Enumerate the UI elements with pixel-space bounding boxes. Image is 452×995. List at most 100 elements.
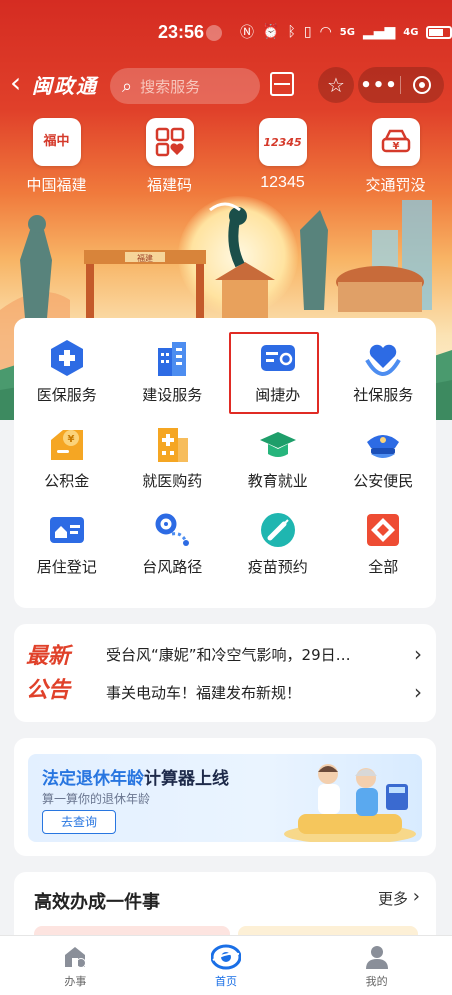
service-housing-fund[interactable]: ¥ 公积金	[14, 416, 120, 502]
service-residence-registration[interactable]: 居住登记	[14, 502, 120, 588]
retirement-banner-card: 法定退休年龄计算器上线 算一算你的退休年龄 去查询	[14, 738, 436, 856]
user-icon	[365, 946, 388, 969]
quick-icon-text: 福中	[43, 134, 70, 149]
vibrate-icon: ▯	[303, 24, 312, 40]
nfc-icon: Ⓝ	[240, 25, 254, 41]
bluetooth-icon: ᛒ	[287, 24, 296, 40]
banner-title: 法定退休年龄计算器上线	[42, 764, 229, 789]
service-label: 公安便民	[353, 472, 414, 490]
status-time: 23:56	[158, 22, 205, 42]
chevron-right-icon: ›	[414, 680, 422, 704]
fujian-seal-icon: 福中	[32, 118, 81, 166]
building-icon	[150, 338, 194, 378]
announcement-tag-line1: 最新	[26, 644, 71, 669]
quick-link-china-fujian[interactable]: 福中 中国福建	[0, 118, 113, 195]
qr-code-heart-icon	[145, 118, 194, 166]
bottom-tab-bar: 办事 首页 我的	[0, 935, 452, 995]
announcement-tag: 最新 公告	[26, 640, 86, 708]
yen-sign: ¥	[392, 141, 399, 152]
vaccine-icon	[256, 510, 300, 550]
top-nav: ‹ 闽政通 ⌕ 搜索服务 ☆ •••	[0, 64, 452, 106]
service-label: 台风路径	[142, 558, 203, 576]
service-label: 居住登记	[36, 558, 97, 576]
service-education-employment[interactable]: 教育就业	[225, 416, 331, 502]
svg-text:¥: ¥	[67, 434, 74, 445]
service-label: 疫苗预约	[247, 558, 308, 576]
service-vaccine-appointment[interactable]: 疫苗预约	[225, 502, 331, 588]
hotline-12345-icon: 12345	[258, 118, 307, 166]
retirement-banner[interactable]: 法定退休年龄计算器上线 算一算你的退休年龄 去查询	[28, 754, 422, 842]
service-public-security[interactable]: 公安便民	[331, 416, 437, 502]
announcement-card: 最新 公告 受台风“康妮”和冷空气影响，29日… › 事关电动车！福建发布新规！…	[14, 624, 436, 722]
service-all[interactable]: 全部	[331, 502, 437, 588]
service-label: 公积金	[44, 472, 90, 490]
service-typhoon-path[interactable]: 台风路径	[120, 502, 226, 588]
tab-label: 我的	[365, 975, 388, 988]
announcement-text: 事关电动车！福建发布新规！	[106, 684, 302, 702]
search-icon: ⌕	[122, 75, 133, 97]
service-label: 医保服务	[36, 386, 97, 404]
service-construction[interactable]: 建设服务	[120, 330, 226, 416]
service-grid-card: 医保服务 建设服务 闽捷办 社保服务 ¥ 公积金 就医购药 教育就业 公安便民 …	[14, 318, 436, 608]
housing-fund-icon: ¥	[45, 424, 89, 464]
service-hall-icon	[65, 947, 87, 968]
quick-link-fujian-code[interactable]: 福建码	[113, 118, 226, 195]
hospital-icon	[150, 424, 194, 464]
service-social-security[interactable]: 社保服务	[331, 330, 437, 416]
app-title: 闽政通	[32, 74, 98, 98]
highlight-box-minjieban	[229, 332, 319, 414]
section-title: 高效办成一件事	[34, 892, 160, 913]
car-fine-icon: ¥	[371, 118, 420, 166]
elderly-couple-illustration	[284, 764, 416, 842]
battery-icon	[426, 25, 452, 39]
announcement-tag-line2: 公告	[26, 678, 71, 703]
favorite-star-icon[interactable]: ☆	[318, 67, 354, 103]
close-miniapp-icon[interactable]	[401, 76, 443, 94]
chevron-right-icon: ›	[414, 642, 422, 666]
tab-profile[interactable]: 我的	[301, 936, 452, 995]
chevron-right-icon: ›	[412, 886, 420, 907]
announcement-text: 受台风“康妮”和冷空气影响，29日…	[106, 646, 351, 664]
back-chevron-icon[interactable]: ‹	[10, 68, 21, 98]
tab-label: 办事	[64, 975, 87, 988]
service-medical-insurance[interactable]: 医保服务	[14, 330, 120, 416]
banner-title-highlight: 法定退休年龄	[42, 769, 144, 789]
more-link[interactable]: 更多	[378, 888, 408, 909]
service-label: 就医购药	[142, 472, 203, 490]
service-grid: 医保服务 建设服务 闽捷办 社保服务 ¥ 公积金 就医购药 教育就业 公安便民 …	[14, 330, 436, 588]
search-box[interactable]: ⌕ 搜索服务	[110, 68, 260, 104]
medical-insurance-icon	[45, 338, 89, 378]
graduation-cap-icon	[256, 424, 300, 464]
tab-home[interactable]: 首页	[151, 936, 302, 995]
tab-label: 首页	[215, 975, 237, 988]
service-label: 建设服务	[142, 386, 203, 404]
service-label: 教育就业	[247, 472, 308, 490]
heart-hands-icon	[361, 338, 405, 378]
quick-links: 福中 中国福建 福建码 12345 12345 ¥ 交通罚没	[0, 118, 452, 195]
banner-title-rest: 计算器上线	[144, 769, 229, 789]
quick-link-12345[interactable]: 12345 12345	[226, 118, 339, 195]
status-bar: 23:56 Ⓝ ⏰ ᛒ ▯ ◠ 5G ▂▄▆ 4G	[0, 0, 452, 62]
alarm-icon: ⏰	[262, 24, 280, 40]
home-logo-icon	[211, 944, 241, 970]
typhoon-icon	[150, 510, 194, 550]
tab-services[interactable]: 办事	[0, 936, 151, 995]
quick-link-traffic-fines[interactable]: ¥ 交通罚没	[339, 118, 452, 195]
status-icons: Ⓝ ⏰ ᛒ ▯ ◠ 5G ▂▄▆ 4G	[240, 22, 452, 42]
signal-bars-icon: ▂▄▆	[362, 24, 396, 40]
query-button[interactable]: 去查询	[42, 810, 116, 834]
miniapp-capsule: •••	[358, 67, 444, 103]
all-grid-icon	[361, 510, 405, 550]
residence-card-icon	[45, 510, 89, 550]
more-menu-icon[interactable]: •••	[358, 75, 400, 96]
quick-icon-text: 12345	[263, 135, 302, 149]
scan-icon[interactable]	[270, 72, 294, 96]
police-cap-icon	[361, 424, 405, 464]
search-placeholder: 搜索服务	[140, 77, 201, 96]
wifi-icon: ◠	[319, 24, 332, 40]
notification-badge-icon	[206, 25, 222, 41]
service-medical-pharmacy[interactable]: 就医购药	[120, 416, 226, 502]
service-label: 社保服务	[353, 386, 414, 404]
signal-4g-label: 4G	[403, 26, 419, 38]
gate-sign-text: 福建	[137, 253, 153, 263]
